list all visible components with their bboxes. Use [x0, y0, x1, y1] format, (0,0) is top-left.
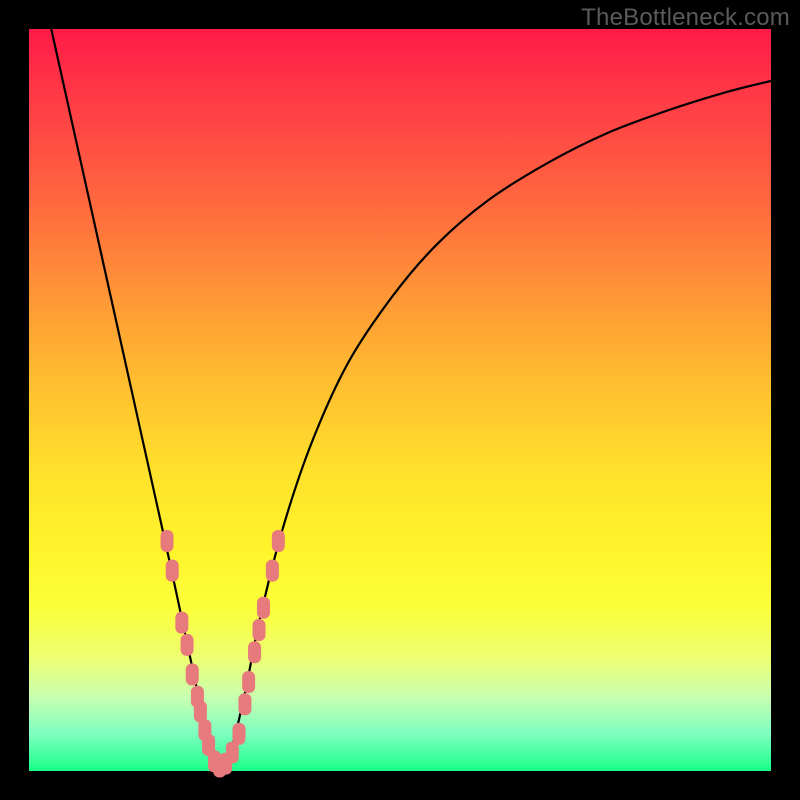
marker-group [161, 530, 285, 778]
bottleneck-curve [51, 29, 771, 768]
highlight-marker [175, 612, 188, 634]
chart-svg [29, 29, 771, 771]
highlight-marker [232, 723, 245, 745]
highlight-marker [238, 693, 251, 715]
highlight-marker [186, 664, 199, 686]
highlight-marker [253, 619, 266, 641]
highlight-marker [257, 597, 270, 619]
highlight-marker [181, 634, 194, 656]
highlight-marker [161, 530, 174, 552]
highlight-marker [272, 530, 285, 552]
highlight-marker [226, 741, 239, 763]
highlight-marker [242, 671, 255, 693]
watermark-text: TheBottleneck.com [581, 4, 790, 32]
highlight-marker [166, 560, 179, 582]
highlight-marker [266, 560, 279, 582]
highlight-marker [248, 641, 261, 663]
outer-frame: TheBottleneck.com [0, 0, 800, 800]
